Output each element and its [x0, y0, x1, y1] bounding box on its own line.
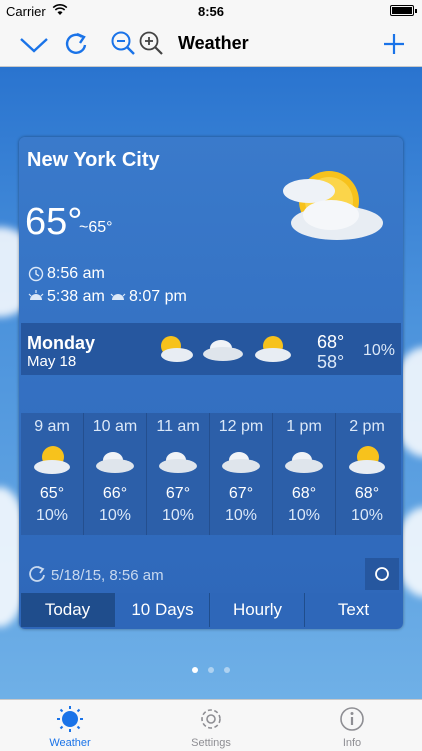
partly-sunny-icon	[34, 446, 70, 474]
tab-text[interactable]: Text	[306, 593, 401, 627]
hour-precip: 10%	[287, 507, 321, 524]
afternoon-cloudy-icon	[203, 340, 243, 361]
hour-time: 1 pm	[286, 418, 322, 435]
hour-time: 12 pm	[218, 418, 264, 435]
hour-column: 2 pm 68° 10%	[336, 413, 401, 535]
page-indicator[interactable]	[0, 660, 422, 678]
sunrise-icon	[28, 290, 44, 300]
hour-time: 9 am	[34, 418, 70, 435]
hour-temp: 67°	[228, 485, 254, 502]
sunrise-time: 5:38 am	[47, 288, 105, 305]
cloudy-icon	[285, 452, 323, 473]
hour-precip: 10%	[35, 507, 69, 524]
hour-column: 12 pm 67° 10%	[210, 413, 273, 535]
tab-bar-label: Settings	[191, 737, 231, 749]
morning-partly-sunny-icon	[161, 336, 193, 362]
updated-refresh-icon[interactable]	[27, 564, 47, 584]
hour-temp: 68°	[354, 485, 380, 502]
tab-bar-settings[interactable]: Settings	[141, 700, 281, 751]
cloudy-icon	[222, 452, 260, 473]
partly-sunny-large-icon	[283, 171, 383, 240]
hour-column: 10 am 66° 10%	[84, 413, 147, 535]
hour-precip: 10%	[350, 507, 384, 524]
sunset-time: 8:07 pm	[129, 288, 187, 305]
city-name: New York City	[27, 149, 160, 171]
hour-column: 11 am 67° 10%	[147, 413, 210, 535]
partly-sunny-icon	[349, 446, 385, 474]
hour-column: 9 am 65° 10%	[21, 413, 84, 535]
hour-temp: 67°	[165, 485, 191, 502]
weather-card[interactable]: New York City 65° ~65° 8:56 am 5:38 am 8…	[19, 137, 403, 629]
forecast-tabs: Today 10 Days Hourly Text	[21, 593, 401, 627]
hour-time: 10 am	[92, 418, 138, 435]
tab-bar-label: Weather	[49, 737, 91, 749]
circle-icon	[375, 567, 389, 581]
day-name: Monday	[27, 333, 96, 353]
tab-today[interactable]: Today	[21, 593, 115, 627]
daily-forecast-row[interactable]: Monday May 18 68° 58° 10%	[21, 323, 401, 375]
current-temperature: 65°	[25, 201, 83, 243]
current-time: 8:56 am	[47, 265, 105, 282]
hourly-forecast[interactable]: 9 am 65° 10% 10 am 66° 10% 11 am 67° 10%…	[21, 413, 401, 535]
page-dot	[208, 667, 214, 673]
add-icon[interactable]	[378, 28, 410, 60]
cloudy-icon	[96, 452, 134, 473]
info-icon	[340, 707, 364, 731]
zoom-in-icon[interactable]	[136, 28, 168, 60]
day-date: May 18	[27, 353, 77, 370]
hour-time: 11 am	[156, 418, 200, 435]
hour-precip: 10%	[98, 507, 132, 524]
tab-10-days[interactable]: 10 Days	[116, 593, 210, 627]
tab-bar: Weather Settings Info	[0, 699, 422, 751]
tab-bar-info[interactable]: Info	[282, 700, 422, 751]
cloudy-icon	[159, 452, 197, 473]
last-updated: 5/18/15, 8:56 am	[51, 567, 164, 584]
chevron-down-icon[interactable]	[18, 28, 50, 60]
nav-title: Weather	[178, 33, 249, 53]
tab-bar-label: Info	[342, 737, 362, 749]
status-time: 8:56	[197, 4, 225, 19]
battery-icon	[390, 5, 417, 16]
page-dot	[192, 667, 198, 673]
gear-icon	[201, 709, 221, 729]
hour-column: 1 pm 68° 10%	[273, 413, 336, 535]
page-dot	[224, 667, 230, 673]
moon-icon	[125, 264, 133, 280]
sun-icon	[57, 706, 83, 732]
status-bar: Carrier 8:56	[0, 0, 422, 22]
hour-time: 2 pm	[349, 418, 385, 435]
day-precip: 10%	[363, 342, 396, 359]
day-low-temp: 58°	[317, 352, 345, 372]
tab-bar-weather[interactable]: Weather	[0, 700, 140, 751]
radar-toggle-button[interactable]	[365, 558, 399, 590]
hour-precip: 10%	[224, 507, 258, 524]
evening-partly-sunny-icon	[255, 336, 291, 362]
tab-hourly[interactable]: Hourly	[211, 593, 305, 627]
day-high-temp: 68°	[317, 332, 345, 352]
feels-like-temperature: ~65°	[79, 219, 113, 236]
hour-temp: 66°	[102, 485, 128, 502]
sunset-icon	[110, 293, 126, 300]
hour-precip: 10%	[161, 507, 195, 524]
hour-temp: 68°	[291, 485, 317, 502]
hour-temp: 65°	[39, 485, 65, 502]
clock-icon	[28, 266, 44, 282]
refresh-icon[interactable]	[60, 28, 92, 60]
nav-bar: Weather	[0, 22, 422, 67]
